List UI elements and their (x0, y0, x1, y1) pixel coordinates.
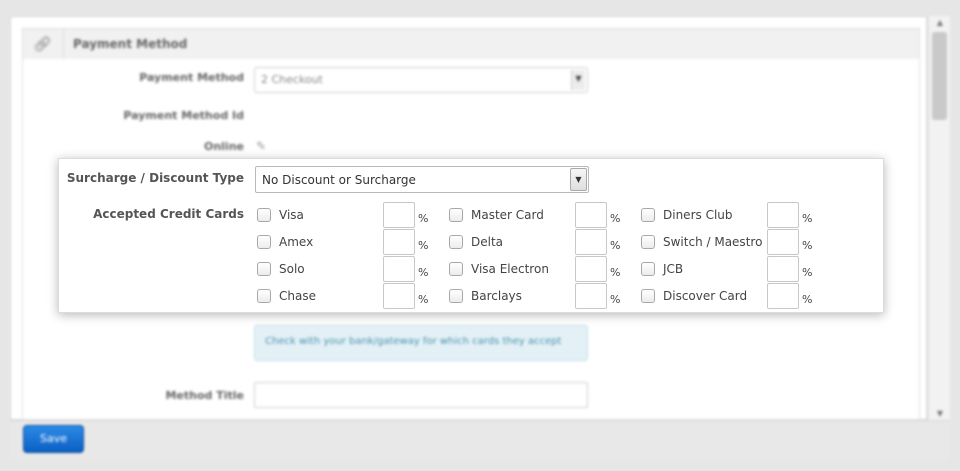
visa-electron-checkbox[interactable] (449, 262, 463, 276)
jcb-checkbox[interactable] (641, 262, 655, 276)
visa-checkbox[interactable] (257, 208, 271, 222)
solo-percent-input[interactable] (383, 256, 415, 282)
percent-sign: % (418, 293, 429, 306)
payment-method-select[interactable]: 2 Checkout ▼ (254, 67, 588, 93)
delta-percent-input[interactable] (575, 229, 607, 255)
card-name: Diners Club (663, 208, 733, 222)
card-name: Switch / Maestro (663, 235, 763, 249)
surcharge-type-label: Surcharge / Discount Type (66, 171, 244, 185)
percent-sign: % (610, 293, 621, 306)
card-name: Amex (279, 235, 314, 249)
master-card-checkbox[interactable] (449, 208, 463, 222)
method-title-label: Method Title (165, 389, 244, 402)
card-name: Chase (279, 289, 316, 303)
chase-checkbox[interactable] (257, 289, 271, 303)
master-card-percent-input[interactable] (575, 202, 607, 228)
card-name: Master Card (471, 208, 544, 222)
percent-sign: % (802, 266, 813, 279)
delta-checkbox[interactable] (449, 235, 463, 249)
pencil-icon[interactable]: ✎ (256, 139, 266, 153)
percent-sign: % (802, 239, 813, 252)
diners-club-checkbox[interactable] (641, 208, 655, 222)
header-divider (63, 29, 64, 59)
payment-method-value: 2 Checkout (261, 73, 323, 86)
scrollbar-thumb[interactable] (932, 32, 947, 120)
visa-percent-input[interactable] (383, 202, 415, 228)
card-name: Visa Electron (471, 262, 549, 276)
discover-card-checkbox[interactable] (641, 289, 655, 303)
visa-electron-percent-input[interactable] (575, 256, 607, 282)
online-label: Online (203, 140, 244, 153)
surcharge-card-panel: Surcharge / Discount Type No Discount or… (58, 158, 884, 313)
card-name: Visa (279, 208, 304, 222)
method-title-input[interactable] (254, 382, 588, 408)
percent-sign: % (610, 239, 621, 252)
panel-header: 🔗︎ Payment Method (22, 28, 920, 60)
scrollbar[interactable]: ▲ ▼ (928, 16, 950, 420)
percent-sign: % (418, 239, 429, 252)
accepted-cards-label: Accepted Credit Cards (93, 207, 244, 221)
surcharge-type-select[interactable]: No Discount or Surcharge ▼ (255, 166, 589, 193)
payment-method-label: Payment Method (139, 71, 244, 84)
link-icon: 🔗︎ (33, 35, 53, 53)
switch-maestro-percent-input[interactable] (767, 229, 799, 255)
card-name: Barclays (471, 289, 522, 303)
scroll-down-icon[interactable]: ▼ (929, 409, 951, 418)
percent-sign: % (802, 212, 813, 225)
diners-club-percent-input[interactable] (767, 202, 799, 228)
amex-checkbox[interactable] (257, 235, 271, 249)
barclays-percent-input[interactable] (575, 283, 607, 309)
percent-sign: % (418, 212, 429, 225)
switch-maestro-checkbox[interactable] (641, 235, 655, 249)
payment-method-id-label: Payment Method Id (123, 109, 244, 122)
panel-title: Payment Method (73, 37, 188, 51)
card-hint-message: Check with your bank/gateway for which c… (254, 325, 588, 361)
discover-card-percent-input[interactable] (767, 283, 799, 309)
card-name: Discover Card (663, 289, 748, 303)
card-name: Delta (471, 235, 504, 249)
surcharge-type-value: No Discount or Surcharge (262, 173, 416, 187)
percent-sign: % (610, 212, 621, 225)
footer-bar (10, 420, 950, 460)
card-name: JCB (663, 262, 684, 276)
solo-checkbox[interactable] (257, 262, 271, 276)
chevron-down-icon: ▼ (571, 70, 585, 90)
chase-percent-input[interactable] (383, 283, 415, 309)
card-name: Solo (279, 262, 305, 276)
amex-percent-input[interactable] (383, 229, 415, 255)
jcb-percent-input[interactable] (767, 256, 799, 282)
chevron-down-icon: ▼ (570, 168, 587, 191)
percent-sign: % (610, 266, 621, 279)
percent-sign: % (418, 266, 429, 279)
percent-sign: % (802, 293, 813, 306)
scroll-up-icon[interactable]: ▲ (929, 18, 951, 27)
barclays-checkbox[interactable] (449, 289, 463, 303)
save-button[interactable]: Save (23, 425, 84, 453)
